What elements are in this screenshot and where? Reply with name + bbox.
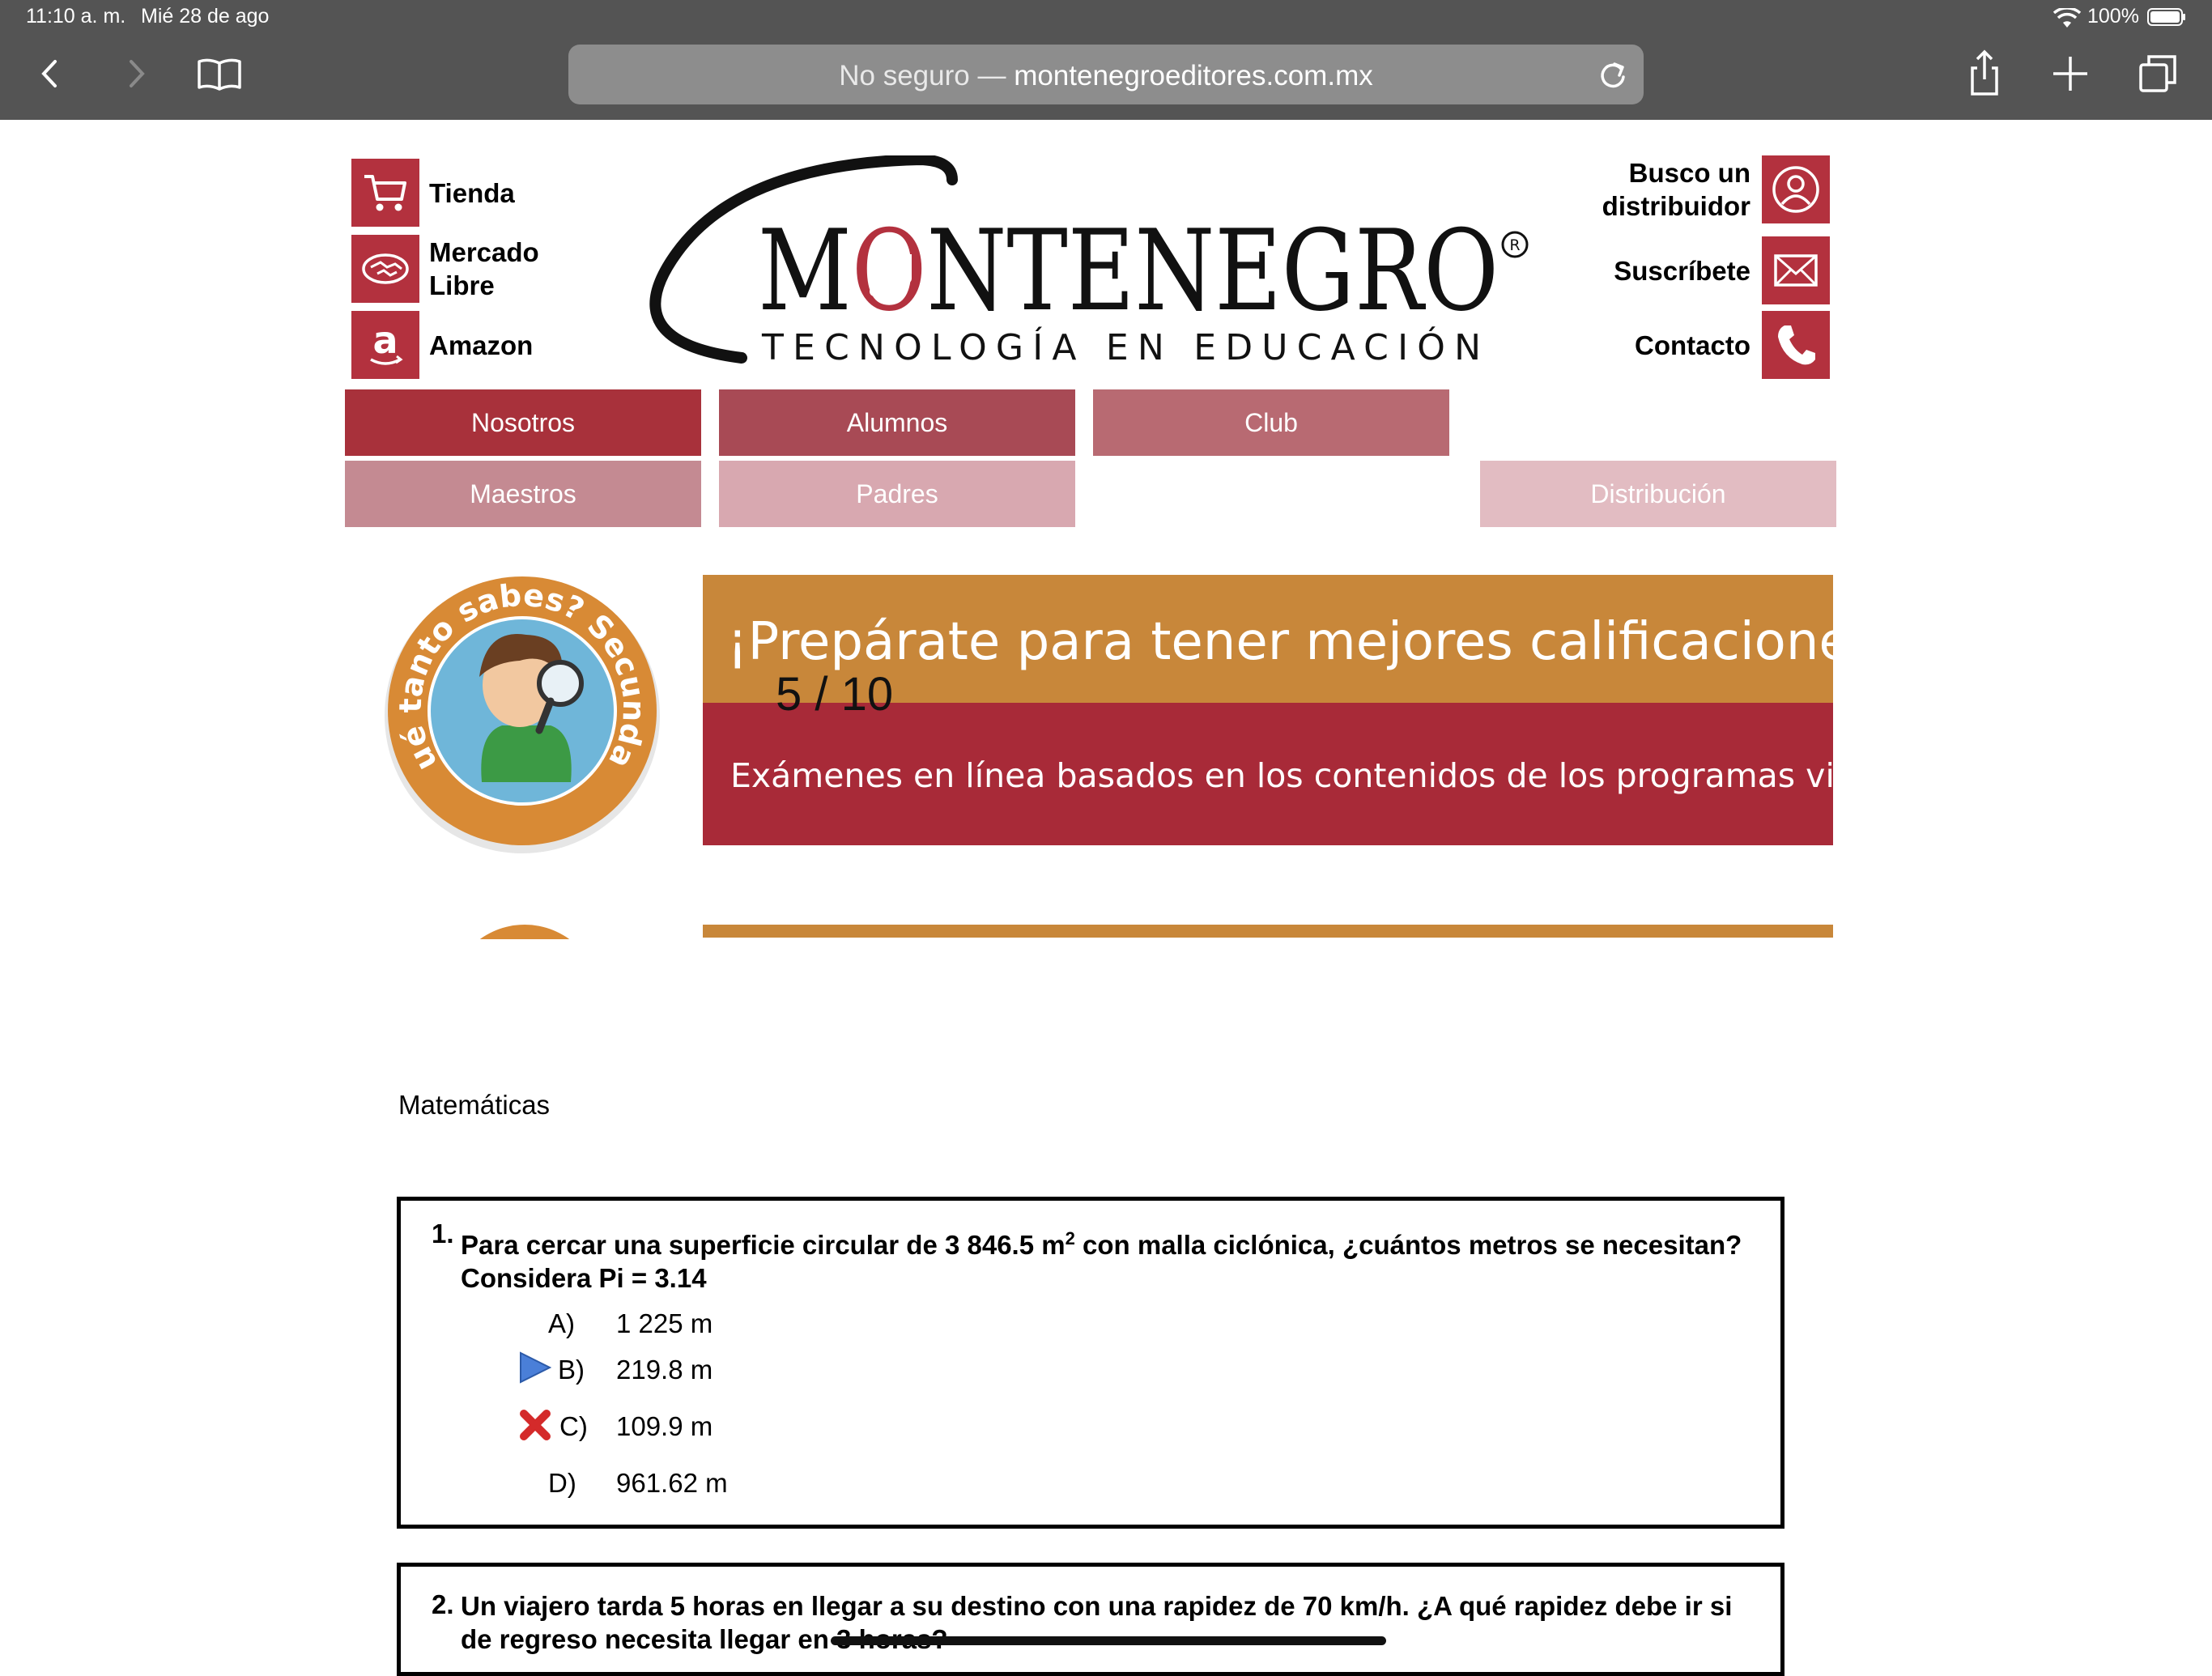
red-x-icon [520,1410,551,1440]
next-badge-icon [479,925,570,939]
svg-text:a: a [372,319,398,362]
link-busco-distribuidor[interactable]: Busco un distribuidor [1563,155,1830,223]
question-number: 2. [432,1589,454,1619]
link-amazon[interactable]: a Amazon [351,311,533,379]
menu-maestros[interactable]: Maestros [345,461,701,527]
book-icon [198,58,241,91]
new-tab-button[interactable] [2042,45,2099,102]
mercado-libre-label: Mercado Libre [429,237,539,300]
busco-distribuidor-label: Busco un distribuidor [1602,158,1750,221]
link-suscribete[interactable]: Suscríbete [1563,236,1830,304]
person-icon [1762,155,1830,223]
menu-nosotros[interactable]: Nosotros [345,389,701,456]
link-contacto[interactable]: Contacto [1563,311,1830,379]
address-bar[interactable]: No seguro — montenegroeditores.com.mx [568,45,1644,104]
option-c-letter[interactable]: C) [559,1411,588,1442]
status-date: Mié 28 de ago [141,5,270,28]
suscribete-label: Suscríbete [1614,255,1750,286]
plus-icon [2053,57,2087,91]
contacto-label: Contacto [1635,330,1750,360]
banner-subtitle: Exámenes en línea basados en los conteni… [730,756,1833,795]
mail-icon [1762,236,1830,304]
menu-distribucion[interactable]: Distribución [1480,461,1836,527]
browser-chrome: 11:10 a. m. Mié 28 de ago 100% No seguro… [0,0,2212,120]
chevron-right-icon [130,60,145,87]
battery-icon [2147,8,2185,26]
question-number: 1. [432,1219,454,1248]
reload-icon[interactable] [1593,54,1632,93]
svg-text:MONTENEGRO: MONTENEGRO [758,206,1499,336]
option-a-letter[interactable]: A) [548,1308,575,1339]
play-arrow-icon [520,1351,552,1384]
share-icon [1971,49,1998,96]
url-host: montenegroeditores.com.mx [1014,60,1373,91]
que-tanto-sabes-badge[interactable]: ¿Qué tanto sabes? Secundaria [381,572,664,855]
forward-button[interactable] [107,45,164,102]
link-mercado-libre[interactable]: Mercado Libre [351,235,583,303]
share-button[interactable] [1956,45,2013,102]
slide-counter: 5 / 10 [776,668,894,721]
question-1: 1. Para cercar una superficie circular d… [397,1197,1784,1529]
menu-club-label: Club [1244,407,1298,437]
option-b-letter[interactable]: B) [558,1355,585,1385]
question-2: 2. Un viajero tarda 5 horas en llegar a … [397,1563,1784,1676]
superscript: 2 [1065,1228,1075,1248]
menu-distribucion-label: Distribución [1590,479,1726,508]
battery-percent: 100% [2087,5,2139,28]
question-text: Para cercar una superficie circular de 3… [461,1222,1764,1295]
url-prefix: No seguro — [839,60,1015,91]
cart-icon [351,159,419,227]
link-tienda[interactable]: Tienda [351,159,515,227]
banner-subtitle-strip: Exámenes en línea basados en los conteni… [703,703,1833,845]
option-d-letter[interactable]: D) [548,1468,576,1499]
logo-tagline: TECNOLOGÍA EN EDUCACIÓN [761,325,1481,368]
tienda-label: Tienda [429,177,515,208]
next-banner-strip [703,925,1833,938]
url-text: No seguro — montenegroeditores.com.mx [568,60,1644,92]
tabs-icon [2139,55,2176,92]
banner-title: ¡Prepárate para tener mejores calificaci… [727,612,1833,672]
menu-padres[interactable]: Padres [719,461,1075,527]
home-indicator[interactable] [831,1636,1386,1645]
question-text-part: Para cercar una superficie circular de 3… [461,1230,1066,1260]
option-b-text[interactable]: 219.8 m [616,1355,713,1385]
montenegro-logo[interactable]: MONTENEGRO R TECNOLOGÍA EN EDUCACIÓN [644,155,1535,382]
option-d-text[interactable]: 961.62 m [616,1468,728,1499]
question-text: Un viajero tarda 5 horas en llegar a su … [461,1591,1733,1654]
tabs-button[interactable] [2129,45,2186,102]
status-time: 11:10 a. m. [26,5,126,28]
menu-alumnos[interactable]: Alumnos [719,389,1075,456]
svg-text:R: R [1509,236,1520,254]
menu-club[interactable]: Club [1093,389,1449,456]
menu-padres-label: Padres [856,479,938,508]
menu-nosotros-label: Nosotros [470,407,576,437]
bookmarks-button[interactable] [191,45,248,102]
handshake-icon [351,235,419,303]
menu-alumnos-label: Alumnos [846,407,948,437]
back-button[interactable] [21,45,78,102]
amazon-icon: a [351,311,419,379]
subject-title: Matemáticas [398,1090,551,1120]
chevron-left-icon [41,60,57,87]
option-c-text[interactable]: 109.9 m [616,1411,713,1442]
option-a-text[interactable]: 1 225 m [616,1308,713,1339]
amazon-label: Amazon [429,330,534,360]
menu-maestros-label: Maestros [470,479,576,508]
wifi-icon [2053,8,2081,28]
phone-icon [1762,311,1830,379]
